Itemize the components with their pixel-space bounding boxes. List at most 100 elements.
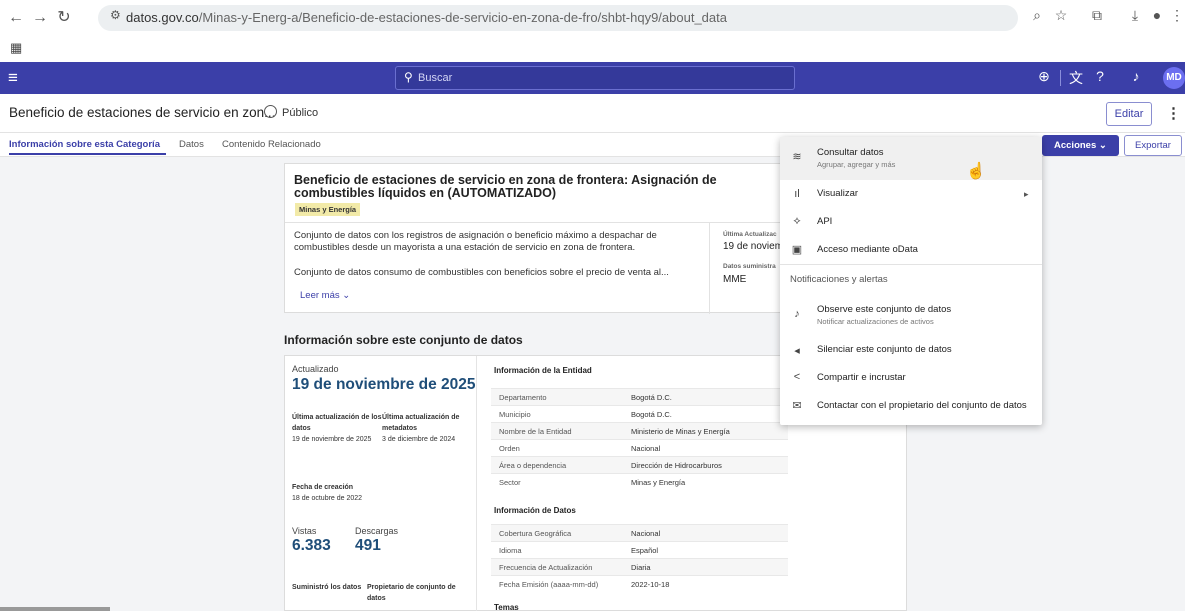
menu-item-label: Acceso mediante oData [817,244,918,255]
odata-icon: ▣ [791,244,803,256]
menu-item-contact-owner[interactable]: ✉ Contactar con el propietario del conju… [780,392,1042,420]
hamburger-menu-icon[interactable]: ≡ [8,68,18,88]
dataset-title: Beneficio de estaciones de servicio en z… [294,173,717,200]
search-input[interactable] [418,69,778,87]
help-icon[interactable]: ? [1090,68,1110,84]
chevron-down-icon: ⌄ [1098,140,1107,151]
database-icon: ≋ [792,151,802,163]
divider [285,222,785,223]
table-row: Departamento Bogotá D.C. [491,388,788,405]
tab-related-content[interactable]: Contenido Relacionado [222,139,321,150]
last-data-update-value: 19 de noviembre de 2025 [292,436,372,443]
export-button[interactable]: Exportar [1124,135,1182,156]
avatar[interactable]: MD [1163,67,1185,89]
row-value: 2022-10-18 [631,580,670,589]
entity-table: Departamento Bogotá D.C. Municipio Bogotá … [491,388,788,490]
zoom-icon[interactable]: ⌕ [1028,7,1046,24]
read-more-link[interactable]: Leer más ⌄ [300,290,350,301]
forward-icon[interactable]: → [30,8,50,28]
row-value: Bogotá D.C. [631,410,672,419]
mute-icon: ◂ [794,345,800,357]
row-key: Municipio [499,410,531,419]
tab-data[interactable]: Datos [179,139,204,150]
menu-item-odata[interactable]: ▣ Acceso mediante oData [780,236,1042,264]
menu-item-label: Consultar datos [817,147,884,158]
browser-menu-icon[interactable]: ⋮ [1168,7,1185,24]
views-label: Vistas [292,526,317,536]
downloads-value: 491 [355,537,381,554]
table-row: Municipio Bogotá D.C. [491,405,788,422]
notifications-bell-icon[interactable]: ♪ [1126,68,1146,84]
table-row: Idioma Español [491,541,788,558]
edit-button[interactable]: Editar [1106,102,1152,126]
extensions-icon[interactable]: ⧉ [1088,7,1106,24]
entity-section-title: Información de la Entidad [494,366,592,375]
divider [0,132,1185,133]
mail-icon: ✉ [792,400,802,412]
row-value: Nacional [631,529,661,538]
translate-icon[interactable]: 文 [1066,68,1086,88]
browser-toolbar: ← → ↻ ⚙ datos.gov.co/Minas-y-Energ-a/Ben… [0,0,1185,36]
menu-item-watch[interactable]: ♪ Observe este conjunto de datos Notific… [780,297,1042,333]
header-divider [1060,70,1061,86]
profile-icon[interactable]: ● [1148,7,1166,23]
back-icon[interactable]: ← [6,8,26,28]
row-value: Dirección de Hidrocarburos [631,461,722,470]
chevron-down-icon: ⌄ [342,290,351,301]
download-icon[interactable]: ⤓ [1126,7,1144,24]
share-icon: < [793,371,801,383]
menu-item-label: Contactar con el propietario del conjunt… [817,400,1027,411]
table-row: Orden Nacional [491,439,788,456]
menu-item-label: Compartir e incrustar [817,372,906,383]
address-bar[interactable]: ⚙ datos.gov.co/Minas-y-Energ-a/Beneficio… [98,5,1018,31]
row-value: Minas y Energía [631,478,686,487]
menu-item-consult-data[interactable]: ≋ Consultar datos Agrupar, agregar y más… [780,137,1042,180]
app-header: ≡ ⚲ ⊕ 文 ? ♪ MD [0,62,1185,94]
search-box[interactable]: ⚲ [395,66,795,90]
apps-grid-icon[interactable]: ▦ [10,40,22,56]
reload-icon[interactable]: ↻ [54,8,74,28]
provided-by-value: MME [723,274,747,285]
last-data-update: Última actualización de los datos 19 de n… [292,412,382,445]
about-heading: Información sobre este conjunto de datos [284,333,523,347]
page-title: Beneficio de estaciones de servicio en z… [9,105,276,120]
last-metadata-update-label: Última actualización de metadatos [382,414,460,432]
add-circle-icon[interactable]: ⊕ [1034,68,1054,85]
menu-item-api[interactable]: ⟡ API [780,208,1042,236]
category-tag[interactable]: Minas y Energía [295,203,361,216]
menu-item-sublabel: Agrupar, agregar y más [817,160,896,169]
updated-value: 19 de noviembre de 2025 [292,376,476,393]
visibility-badge[interactable]: Público [264,105,318,119]
row-key: Nombre de la Entidad [499,427,572,436]
globe-icon [264,105,277,118]
site-info-icon[interactable]: ⚙ [110,8,121,22]
bar-chart-icon: ıl [794,188,800,200]
more-options-icon[interactable]: ⋮ [1166,104,1181,122]
menu-item-visualize[interactable]: ıl Visualizar ▸ [780,180,1042,208]
tab-category-info[interactable]: Información sobre esta Categoría [9,139,160,150]
url-text[interactable]: datos.gov.co/Minas-y-Energ-a/Beneficio-d… [126,10,727,25]
actions-button[interactable]: Acciones ⌄ [1042,135,1119,156]
actions-label: Acciones [1054,140,1097,151]
stats-column: Actualizado 19 de noviembre de 2025 Últi… [285,356,477,611]
data-table: Cobertura Geográfica Nacional Idioma Españ… [491,524,788,592]
bookmark-star-icon[interactable]: ☆ [1052,7,1070,24]
description-paragraph: Conjunto de datos con los registros de a… [294,230,657,253]
row-key: Orden [499,444,520,453]
downloads-label: Descargas [355,526,399,536]
menu-item-label: API [817,216,833,227]
creation-date: Fecha de creación 18 de octubre de 2022 [292,482,412,504]
menu-item-mute[interactable]: ◂ Silenciar este conjunto de datos [780,336,1042,364]
chevron-right-icon: ▸ [1024,189,1029,199]
actions-dropdown-menu: ≋ Consultar datos Agrupar, agregar y más… [780,137,1042,425]
row-value: Nacional [631,444,661,453]
last-updated-value: 19 de noviem [723,241,784,252]
creation-date-value: 18 de octubre de 2022 [292,495,363,502]
menu-item-sublabel: Notificar actualizaciones de activos [817,317,934,326]
topics-section-title: Temas [494,603,519,611]
menu-item-share[interactable]: < Compartir e incrustar [780,364,1042,392]
table-row: Nombre de la Entidad Ministerio de Minas … [491,422,788,439]
bell-icon: ♪ [794,308,800,320]
menu-item-label: Silenciar este conjunto de datos [817,344,952,355]
horizontal-scrollbar[interactable] [0,607,110,611]
